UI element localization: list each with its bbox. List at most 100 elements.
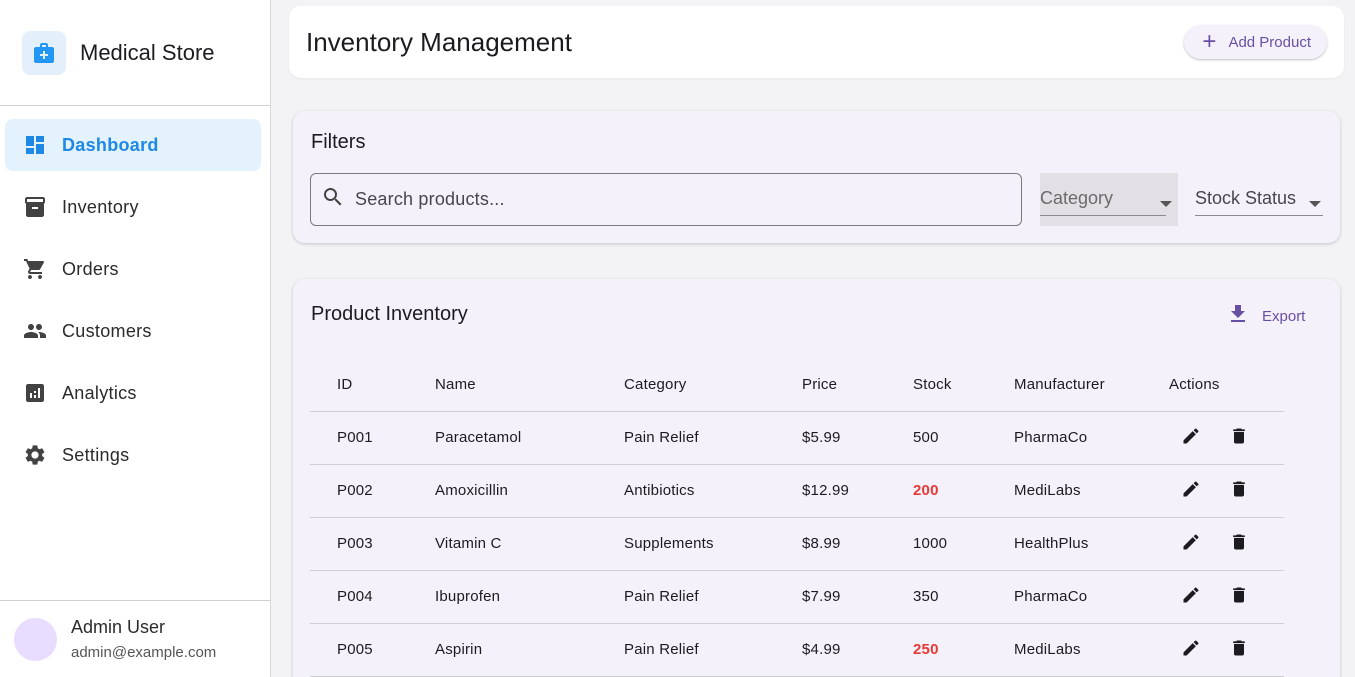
trash-icon: [1233, 587, 1246, 602]
category-select-label: Category: [1040, 188, 1114, 208]
stock-status-select[interactable]: Stock Status: [1195, 173, 1323, 226]
table-row[interactable]: P003 Vitamin C Supplements $8.99 1000 He…: [310, 517, 1284, 571]
pencil-icon: [1183, 533, 1199, 549]
search-placeholder: Search products...: [355, 189, 505, 209]
add-product-button[interactable]: + Add Product: [1184, 25, 1327, 59]
table-row[interactable]: P002 Amoxicillin Antibiotics $12.99 200 …: [310, 464, 1284, 518]
search-input[interactable]: Search products...: [310, 173, 1022, 226]
cell-name: Vitamin C: [435, 517, 624, 571]
table-row[interactable]: P004 Ibuprofen Pain Relief $7.99 350 Pha…: [310, 570, 1284, 624]
sidebar-item-label: Inventory: [62, 196, 139, 217]
column-header-manufacturer[interactable]: Manufacturer: [1014, 358, 1169, 412]
cell-name: Ibuprofen: [435, 570, 624, 624]
table-header-row: ID Name Category Price Stock Manufacture…: [310, 358, 1284, 412]
cell-price: $5.99: [802, 411, 913, 465]
delete-button[interactable]: [1229, 532, 1249, 552]
delete-button[interactable]: [1229, 638, 1249, 658]
column-header-name[interactable]: Name: [435, 358, 624, 412]
category-select[interactable]: Category: [1040, 173, 1178, 226]
cell-manufacturer: MediLabs: [1014, 623, 1169, 677]
edit-button[interactable]: [1181, 532, 1201, 552]
cell-manufacturer: MediLabs: [1014, 464, 1169, 518]
sidebar-item-label: Customers: [62, 320, 152, 341]
category-underline: [1040, 215, 1166, 216]
stock-status-underline: [1195, 215, 1323, 216]
table-row[interactable]: P001 Paracetamol Pain Relief $5.99 500 P…: [310, 411, 1284, 465]
cell-actions: [1169, 517, 1284, 571]
trash-icon: [1233, 428, 1246, 443]
delete-button[interactable]: [1229, 426, 1249, 446]
cell-category: Antibiotics: [624, 464, 802, 518]
pencil-icon: [1183, 480, 1199, 496]
filters-title: Filters: [311, 131, 366, 153]
sidebar-item-label: Settings: [62, 444, 130, 465]
cell-price: $4.99: [802, 623, 913, 677]
column-header-price[interactable]: Price: [802, 358, 913, 412]
column-header-id[interactable]: ID: [310, 358, 435, 412]
sidebar-item-label: Orders: [62, 258, 119, 279]
plus-icon: +: [1202, 28, 1217, 55]
cell-actions: [1169, 411, 1284, 465]
export-label: Export: [1262, 308, 1306, 325]
brand: Medical Store: [0, 0, 270, 106]
delete-button[interactable]: [1229, 585, 1249, 605]
sidebar-item-analytics[interactable]: Analytics: [5, 367, 261, 419]
cell-actions: [1169, 623, 1284, 677]
table-row[interactable]: P005 Aspirin Pain Relief $4.99 250 MediL…: [310, 623, 1284, 677]
sidebar-item-customers[interactable]: Customers: [5, 305, 261, 357]
sidebar-item-label: Analytics: [62, 382, 137, 403]
search-icon: [321, 185, 345, 214]
user-profile[interactable]: Admin User admin@example.com: [0, 600, 271, 677]
delete-button[interactable]: [1229, 479, 1249, 499]
cell-stock: 250: [913, 623, 1014, 677]
download-icon: [1226, 302, 1250, 331]
sidebar-item-settings[interactable]: Settings: [5, 429, 261, 481]
sidebar-item-label: Dashboard: [62, 134, 159, 155]
trash-icon: [1233, 481, 1246, 496]
cell-category: Pain Relief: [624, 411, 802, 465]
cell-stock: 200: [913, 464, 1014, 518]
edit-button[interactable]: [1181, 479, 1201, 499]
cell-manufacturer: PharmaCo: [1014, 411, 1169, 465]
inventory-table: ID Name Category Price Stock Manufacture…: [310, 358, 1284, 677]
gear-icon: [23, 443, 47, 467]
cell-name: Paracetamol: [435, 411, 624, 465]
cell-manufacturer: PharmaCo: [1014, 570, 1169, 624]
edit-button[interactable]: [1181, 426, 1201, 446]
analytics-icon: [23, 381, 47, 405]
chevron-down-icon: [1160, 195, 1172, 213]
chevron-down-icon: [1309, 195, 1321, 213]
sidebar-item-dashboard[interactable]: Dashboard: [5, 119, 261, 171]
export-button[interactable]: Export: [1226, 302, 1305, 331]
cell-id: P002: [310, 464, 435, 518]
column-header-category[interactable]: Category: [624, 358, 802, 412]
user-email: admin@example.com: [71, 644, 217, 661]
sidebar-item-orders[interactable]: Orders: [5, 243, 261, 295]
page-header: Inventory Management + Add Product: [289, 6, 1344, 78]
user-name: Admin User: [71, 617, 166, 637]
column-header-stock[interactable]: Stock: [913, 358, 1014, 412]
dashboard-icon: [23, 133, 47, 157]
cell-stock: 350: [913, 570, 1014, 624]
stock-status-label: Stock Status: [1195, 188, 1297, 208]
product-inventory-card: Product Inventory Export ID Name Categor…: [293, 279, 1340, 677]
filters-card: Filters Search products... Category Stoc…: [293, 111, 1340, 243]
cell-category: Supplements: [624, 517, 802, 571]
page-title: Inventory Management: [306, 26, 572, 57]
column-header-actions: Actions: [1169, 358, 1284, 412]
pencil-icon: [1183, 586, 1199, 602]
sidebar: Medical Store Dashboard Inventory Orders…: [0, 0, 271, 677]
cell-stock: 500: [913, 411, 1014, 465]
edit-button[interactable]: [1181, 585, 1201, 605]
cell-actions: [1169, 464, 1284, 518]
edit-button[interactable]: [1181, 638, 1201, 658]
trash-icon: [1233, 640, 1246, 655]
inventory-title: Product Inventory: [311, 303, 468, 325]
cell-price: $7.99: [802, 570, 913, 624]
cell-id: P005: [310, 623, 435, 677]
archive-icon: [23, 195, 47, 219]
user-info: Admin User admin@example.com: [71, 617, 216, 661]
cell-name: Aspirin: [435, 623, 624, 677]
avatar: [14, 617, 57, 661]
sidebar-item-inventory[interactable]: Inventory: [5, 181, 261, 233]
